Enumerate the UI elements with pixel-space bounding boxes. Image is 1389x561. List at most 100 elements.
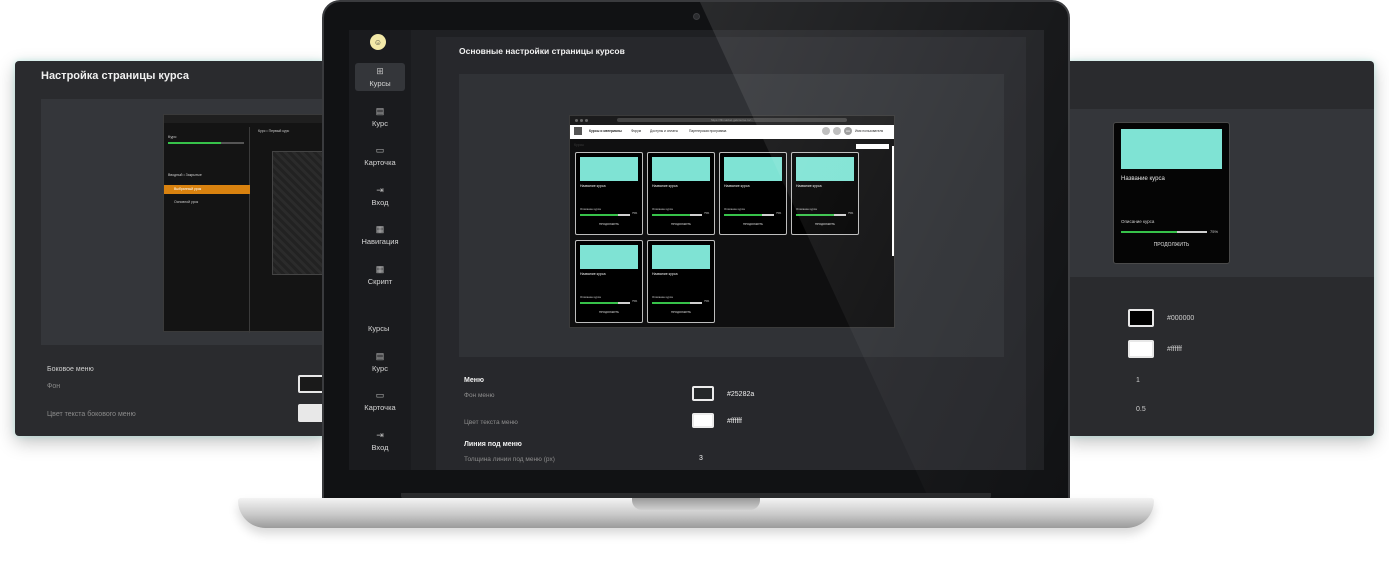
lesson-item[interactable]: Вводный • Закрытые: [168, 173, 202, 177]
right-preview-area: Название курса Описание курса 75% ПРОДОЛ…: [1066, 109, 1374, 277]
course-card[interactable]: Название курса Описание курса 75% ПРОДОЛЖИТ…: [719, 152, 787, 235]
course-card-image: [724, 157, 782, 181]
grid-icon: ⊞: [376, 66, 384, 76]
course-card-continue-button[interactable]: ПРОДОЛЖИТЬ: [792, 222, 858, 226]
preview-search-input[interactable]: [856, 144, 889, 149]
menu-section-heading: Меню: [464, 377, 484, 384]
course-card-name: Название курса: [580, 184, 606, 188]
preview-nav-item[interactable]: Партнерская программа: [689, 129, 726, 133]
course-card-pct: 75%: [632, 300, 638, 303]
sidebar-item-script[interactable]: ▦ Скрипт: [355, 261, 405, 289]
menu-text-color-value[interactable]: #ffffff: [727, 418, 742, 425]
lesson-item-active[interactable]: Выбранный урок: [164, 185, 250, 194]
sidebar-item-label: Курс: [372, 119, 388, 128]
left-preview-video: [272, 151, 327, 275]
preview-browser-bar: https://fibmarket.getcourse.ru/...: [570, 116, 894, 125]
app-logo-icon[interactable]: ☺: [370, 34, 386, 50]
sidebar-item-login-repeat[interactable]: ⇥ Вход: [355, 427, 405, 455]
login-icon: ⇥: [376, 185, 384, 195]
sidebar-item-label: Курс: [372, 364, 388, 373]
sidebar-item-label: Вход: [371, 198, 389, 207]
course-card-pct: 75%: [776, 212, 782, 215]
course-card[interactable]: Название курса Описание курса 75% ПРОДОЛЖИТ…: [647, 152, 715, 235]
window-dot-icon: [580, 119, 583, 122]
left-preview-sidebar: Курс Вводный • Закрытые Выбранный урок О…: [164, 127, 250, 333]
right-course-card: Название курса Описание курса 75% ПРОДОЛ…: [1113, 122, 1230, 264]
menu-text-color-swatch[interactable]: [692, 413, 714, 428]
left-field-bg-label: Фон: [47, 383, 61, 390]
course-card-continue-button[interactable]: ПРОДОЛЖИТЬ: [648, 222, 714, 226]
course-card-pct: 75%: [704, 212, 710, 215]
preview-circle-icon[interactable]: [833, 127, 841, 135]
course-card-name: Название курса: [580, 272, 606, 276]
sidebar-item-navigation[interactable]: ▦ Навигация: [355, 221, 405, 249]
course-card-continue-button[interactable]: ПРОДОЛЖИТЬ: [576, 310, 642, 314]
left-preview-course-label: Курс: [168, 134, 177, 139]
menu-bg-value[interactable]: #25282a: [727, 391, 754, 398]
line-thickness-value[interactable]: 3: [699, 455, 703, 462]
preview-scrollbar[interactable]: [892, 146, 894, 256]
course-card-name: Название курса: [796, 184, 822, 188]
sidebar-item-card-repeat[interactable]: ▭ Карточка: [355, 387, 405, 415]
preview-avatar[interactable]: АА: [844, 127, 852, 135]
right-swatch-black[interactable]: [1128, 309, 1154, 327]
left-panel-title: Настройка страницы курса: [41, 70, 189, 82]
left-preview-window: Курс Вводный • Закрытые Выбранный урок О…: [163, 114, 327, 333]
sidebar-item-label: Карточка: [364, 158, 396, 167]
sidebar-item-card[interactable]: ▭ Карточка: [355, 142, 405, 170]
left-field-text-color-label: Цвет текста бокового меню: [47, 411, 136, 418]
course-card-pct: 75%: [848, 212, 854, 215]
script-icon: ▦: [375, 264, 385, 274]
course-card-pct: 75%: [632, 212, 638, 215]
list-icon: ▤: [375, 106, 385, 116]
preview-nav-item[interactable]: Доступы и оплаты: [650, 129, 678, 133]
right-value-opacity: 0.5: [1136, 406, 1146, 413]
left-text-color-swatch[interactable]: [298, 404, 324, 422]
sidebar-item-courses-repeat[interactable]: Курсы: [368, 324, 389, 333]
course-card-continue-button[interactable]: ПРОДОЛЖИТЬ: [576, 222, 642, 226]
course-card-desc: Описание курса: [724, 207, 745, 211]
sidebar-item-label: Навигация: [361, 237, 399, 246]
preview-user-name[interactable]: Имя пользователя: [855, 129, 883, 133]
course-card-image: [652, 157, 710, 181]
right-card-desc: Описание курса: [1121, 219, 1155, 224]
course-card[interactable]: Название курса Описание курса 75% ПРОДОЛЖИТ…: [575, 240, 643, 323]
preview-top-menu: Курсы и материалы Форум Доступы и оплаты…: [570, 125, 894, 137]
sidebar-item-courses[interactable]: ⊞ Курсы: [355, 63, 405, 91]
course-card[interactable]: Название курса Описание курса 75% ПРОДОЛЖИТ…: [575, 152, 643, 235]
app-sidebar: ☺ ⊞ Курсы ▤ Курс ▭ Карточка ⇥ Вход ▦ Нав…: [349, 30, 411, 470]
courses-page-preview: https://fibmarket.getcourse.ru/... Курсы…: [569, 115, 895, 328]
menu-bg-swatch[interactable]: [692, 386, 714, 401]
course-card[interactable]: Название курса Описание курса 75% ПРОДОЛЖИТ…: [791, 152, 859, 235]
lesson-item[interactable]: Основной урок: [174, 200, 198, 204]
laptop-camera: [693, 13, 700, 20]
left-preview-area: Курс Вводный • Закрытые Выбранный урок О…: [41, 99, 327, 345]
list-icon: ▤: [375, 351, 385, 361]
course-card-desc: Описание курса: [580, 207, 601, 211]
course-card-continue-button[interactable]: ПРОДОЛЖИТЬ: [720, 222, 786, 226]
sidebar-item-login[interactable]: ⇥ Вход: [355, 182, 405, 210]
right-swatch-white[interactable]: [1128, 340, 1154, 358]
right-card-progress: [1121, 231, 1207, 233]
course-card-continue-button[interactable]: ПРОДОЛЖИТЬ: [648, 310, 714, 314]
menu-bg-label: Фон меню: [464, 392, 495, 399]
sidebar-item-label: Вход: [371, 443, 389, 452]
left-bg-swatch[interactable]: [298, 375, 324, 393]
sidebar-item-course-repeat[interactable]: ▤ Курс: [355, 348, 405, 376]
preview-logo: [574, 127, 582, 135]
course-card-desc: Описание курса: [652, 207, 673, 211]
right-card-image: [1121, 129, 1222, 169]
right-card-continue-button[interactable]: ПРОДОЛЖИТЬ: [1114, 242, 1229, 248]
course-card-image: [580, 245, 638, 269]
course-card-image: [580, 157, 638, 181]
preview-nav-item[interactable]: Форум: [631, 129, 641, 133]
sidebar-item-course[interactable]: ▤ Курс: [355, 103, 405, 131]
preview-nav-item[interactable]: Курсы и материалы: [589, 129, 622, 133]
left-preview-titlebar: [164, 115, 327, 123]
course-card-name: Название курса: [652, 184, 678, 188]
course-card[interactable]: Название курса Описание курса 75% ПРОДОЛЖИТ…: [647, 240, 715, 323]
line-thickness-label: Толщина линии под меню (px): [464, 456, 555, 463]
course-card-image: [652, 245, 710, 269]
right-value-black: #000000: [1167, 315, 1195, 322]
preview-circle-icon[interactable]: [822, 127, 830, 135]
